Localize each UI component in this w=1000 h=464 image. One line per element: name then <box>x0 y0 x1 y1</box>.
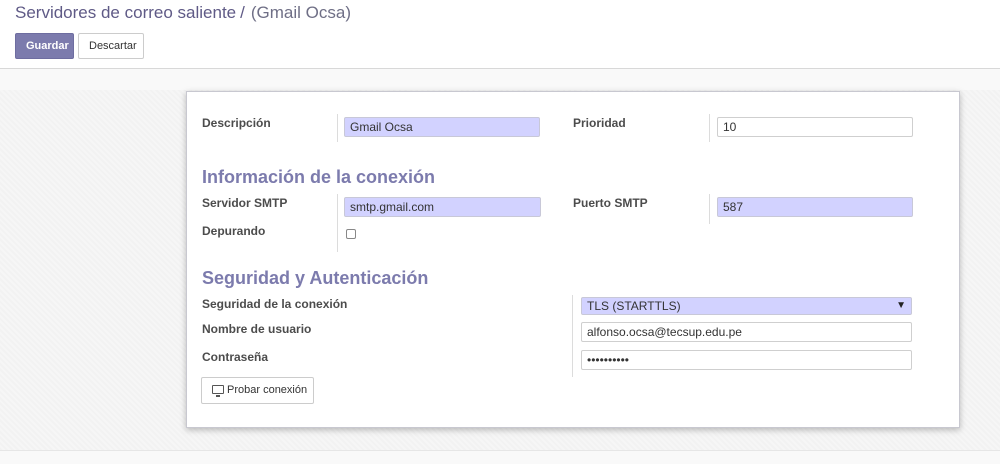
password-label: Contraseña <box>202 350 269 364</box>
breadcrumb-separator: / <box>240 3 245 22</box>
control-panel: Servidores de correo saliente / (Gmail Ocs… <box>0 0 1000 69</box>
debug-label: Depurando <box>202 224 266 238</box>
breadcrumb-current: (Gmail Ocsa) <box>250 3 351 22</box>
column-separator <box>572 295 573 377</box>
connection-security-select[interactable]: TLS (STARTTLS) ▼ <box>581 297 912 315</box>
divider <box>0 450 1000 451</box>
breadcrumb-parent[interactable]: Servidores de correo saliente <box>15 3 236 22</box>
priority-field[interactable]: 10 <box>717 117 913 137</box>
priority-label: Prioridad <box>573 116 626 130</box>
password-field[interactable]: •••••••••• <box>581 350 912 370</box>
username-field[interactable]: alfonso.ocsa@tecsup.edu.pe <box>581 322 912 342</box>
connection-security-value: TLS (STARTTLS) <box>587 299 681 313</box>
caret-down-icon: ▼ <box>896 300 906 311</box>
form-sheet: Descripción Gmail Ocsa Prioridad 10 Info… <box>186 91 960 428</box>
connection-section-title: Información de la conexión <box>202 167 436 187</box>
username-label: Nombre de usuario <box>202 322 312 336</box>
column-separator <box>709 114 710 142</box>
description-label: Descripción <box>202 116 271 130</box>
test-connection-button[interactable]: Probar conexión <box>201 377 314 404</box>
connection-security-label: Seguridad de la conexión <box>202 297 348 311</box>
debug-checkbox[interactable] <box>346 229 356 239</box>
discard-button[interactable]: Descartar <box>78 33 144 59</box>
column-separator <box>337 114 338 142</box>
test-connection-label: Probar conexión <box>227 384 308 396</box>
smtp-port-label: Puerto SMTP <box>573 196 648 210</box>
column-separator <box>337 194 338 252</box>
description-field[interactable]: Gmail Ocsa <box>344 117 540 137</box>
security-section-title: Seguridad y Autenticación <box>202 268 429 288</box>
smtp-port-field[interactable]: 587 <box>717 197 913 217</box>
smtp-server-label: Servidor SMTP <box>202 196 288 210</box>
monitor-icon <box>212 385 224 397</box>
smtp-server-field[interactable]: smtp.gmail.com <box>344 197 541 217</box>
column-separator <box>709 194 710 224</box>
breadcrumb: Servidores de correo saliente / (Gmail Ocs… <box>15 3 351 23</box>
save-button[interactable]: Guardar <box>15 33 74 59</box>
